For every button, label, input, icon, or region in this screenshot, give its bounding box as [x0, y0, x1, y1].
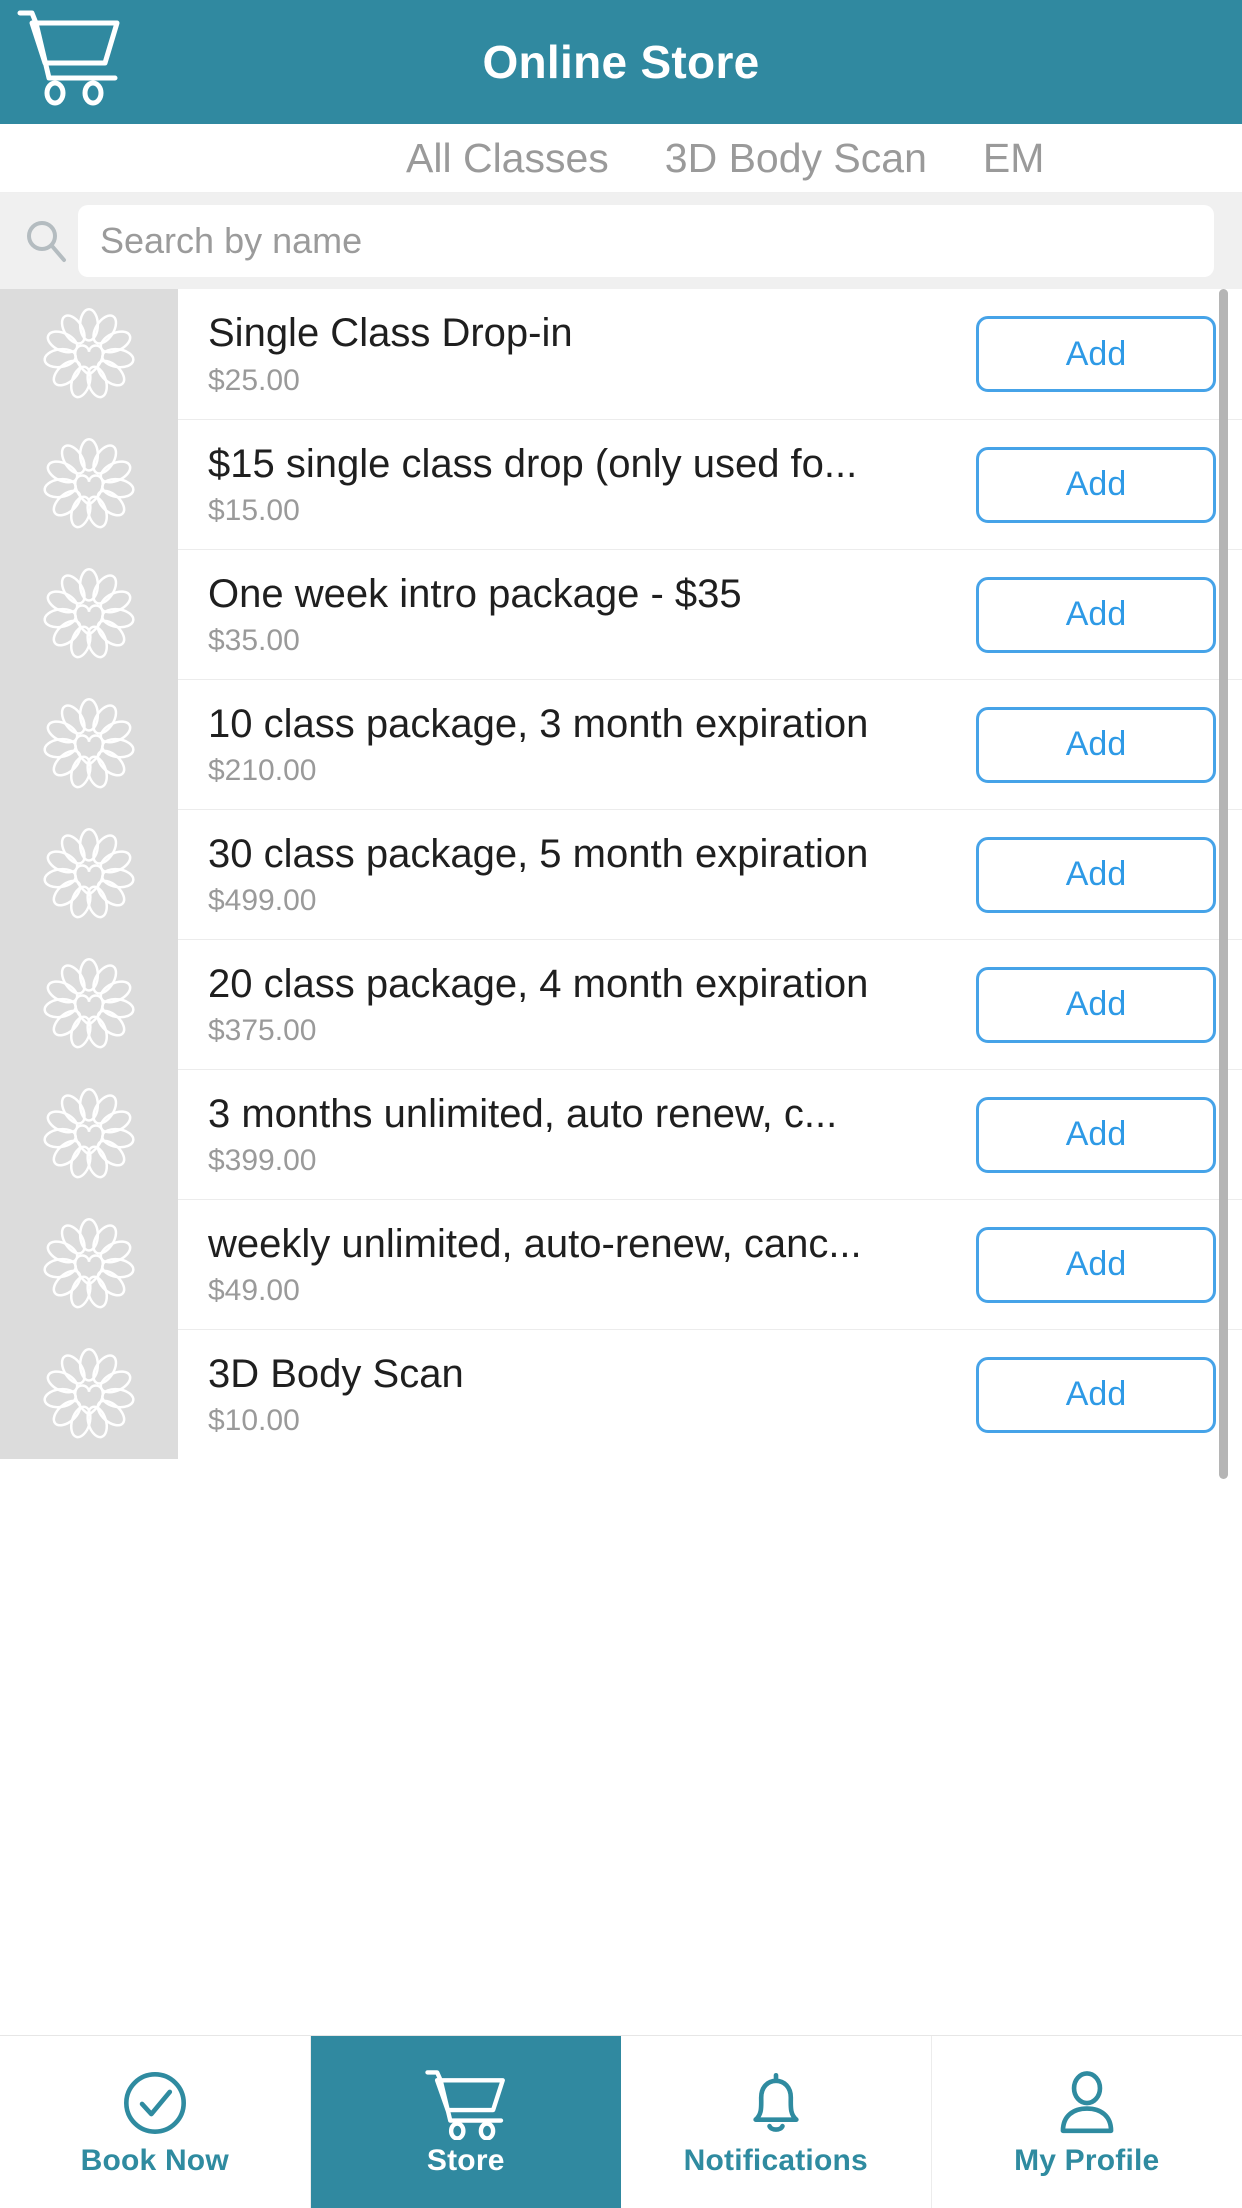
product-info: Single Class Drop-in $25.00 [178, 289, 972, 419]
product-row[interactable]: 3 months unlimited, auto renew, c... $399… [0, 1069, 1242, 1199]
product-action: Add [972, 809, 1242, 939]
product-price: $210.00 [208, 754, 317, 788]
category-tabbar[interactable]: All Classes 3D Body Scan EM [0, 124, 1242, 193]
product-row[interactable]: 3D Body Scan $10.00 Add [0, 1329, 1242, 1459]
add-to-cart-button[interactable]: Add [976, 1096, 1216, 1173]
product-row[interactable]: weekly unlimited, auto-renew, canc... $49… [0, 1199, 1242, 1329]
flower-heart-icon [0, 419, 178, 549]
product-name: 3 months unlimited, auto renew, c... [208, 1091, 838, 1136]
check-circle-icon [118, 2066, 192, 2140]
product-name: weekly unlimited, auto-renew, canc... [208, 1221, 862, 1266]
product-name: 10 class package, 3 month expiration [208, 701, 869, 746]
product-name: 3D Body Scan [208, 1351, 464, 1396]
search-placeholder: Search by name [100, 220, 363, 261]
nav-item-book-now[interactable]: Book Now [0, 2036, 311, 2208]
online-store-screen: Online Store All Classes 3D Body Scan EM S… [0, 0, 1242, 2208]
product-action: Add [972, 679, 1242, 809]
add-to-cart-button[interactable]: Add [976, 446, 1216, 523]
app-header: Online Store [0, 0, 1242, 124]
search-icon [18, 213, 74, 269]
product-price: $499.00 [208, 884, 317, 918]
product-name: 30 class package, 5 month expiration [208, 831, 869, 876]
add-to-cart-button[interactable]: Add [976, 576, 1216, 653]
product-row[interactable]: One week intro package - $35 $35.00 Add [0, 549, 1242, 679]
product-price: $10.00 [208, 1404, 300, 1438]
product-action: Add [972, 1199, 1242, 1329]
product-action: Add [972, 939, 1242, 1069]
tab-em[interactable]: EM [955, 124, 1073, 192]
nav-item-label: My Profile [1014, 2144, 1160, 2177]
flower-heart-icon [0, 679, 178, 809]
product-price: $375.00 [208, 1014, 317, 1048]
product-info: $15 single class drop (only used fo... $1… [178, 419, 972, 549]
flower-heart-icon [0, 1069, 178, 1199]
shopping-cart-icon[interactable] [16, 6, 126, 106]
add-to-cart-button[interactable]: Add [976, 966, 1216, 1043]
bell-icon [739, 2066, 813, 2140]
product-row[interactable]: Single Class Drop-in $25.00 Add [0, 289, 1242, 419]
product-action: Add [972, 1069, 1242, 1199]
product-info: 3 months unlimited, auto renew, c... $399… [178, 1069, 972, 1199]
flower-heart-icon [0, 549, 178, 679]
person-icon [1050, 2066, 1124, 2140]
nav-item-store[interactable]: Store [310, 2036, 621, 2208]
add-to-cart-button[interactable]: Add [976, 836, 1216, 913]
nav-item-label: Store [426, 2144, 505, 2177]
product-action: Add [972, 419, 1242, 549]
product-list[interactable]: Single Class Drop-in $25.00 Add $15 single … [0, 289, 1242, 2035]
product-price: $15.00 [208, 494, 300, 528]
nav-item-my-profile[interactable]: My Profile [932, 2036, 1242, 2208]
product-row[interactable]: 10 class package, 3 month expiration $210… [0, 679, 1242, 809]
tab-all-classes[interactable]: All Classes [378, 124, 637, 192]
product-info: 3D Body Scan $10.00 [178, 1329, 972, 1459]
product-name: Single Class Drop-in [208, 311, 573, 356]
flower-heart-icon [0, 1199, 178, 1329]
nav-item-notifications[interactable]: Notifications [621, 2036, 932, 2208]
product-row[interactable]: 20 class package, 4 month expiration $375… [0, 939, 1242, 1069]
page-title: Online Store [482, 36, 760, 88]
search-bar: Search by name [0, 193, 1242, 289]
product-price: $399.00 [208, 1144, 317, 1178]
add-to-cart-button[interactable]: Add [976, 1356, 1216, 1433]
product-row[interactable]: 30 class package, 5 month expiration $499… [0, 809, 1242, 939]
product-name: One week intro package - $35 [208, 571, 742, 616]
add-to-cart-button[interactable]: Add [976, 316, 1216, 392]
product-info: 30 class package, 5 month expiration $499… [178, 809, 972, 939]
product-info: weekly unlimited, auto-renew, canc... $49… [178, 1199, 972, 1329]
flower-heart-icon [0, 289, 178, 419]
add-to-cart-button[interactable]: Add [976, 706, 1216, 783]
product-price: $49.00 [208, 1274, 300, 1308]
product-action: Add [972, 549, 1242, 679]
product-name: $15 single class drop (only used fo... [208, 441, 858, 486]
product-action: Add [972, 289, 1242, 419]
product-price: $25.00 [208, 363, 300, 397]
product-action: Add [972, 1329, 1242, 1459]
shopping-cart-icon [424, 2066, 508, 2140]
product-info: 10 class package, 3 month expiration $210… [178, 679, 972, 809]
search-input[interactable]: Search by name [78, 205, 1214, 277]
nav-item-label: Book Now [80, 2144, 229, 2177]
product-info: One week intro package - $35 $35.00 [178, 549, 972, 679]
product-row[interactable]: $15 single class drop (only used fo... $1… [0, 419, 1242, 549]
flower-heart-icon [0, 809, 178, 939]
product-info: 20 class package, 4 month expiration $375… [178, 939, 972, 1069]
product-price: $35.00 [208, 624, 300, 658]
nav-item-label: Notifications [683, 2144, 868, 2177]
add-to-cart-button[interactable]: Add [976, 1226, 1216, 1303]
bottom-navigation: Book Now Store Notifications My Profile [0, 2035, 1242, 2208]
tab-3d-body-scan[interactable]: 3D Body Scan [637, 124, 955, 192]
flower-heart-icon [0, 939, 178, 1069]
product-name: 20 class package, 4 month expiration [208, 961, 869, 1006]
flower-heart-icon [0, 1329, 178, 1459]
